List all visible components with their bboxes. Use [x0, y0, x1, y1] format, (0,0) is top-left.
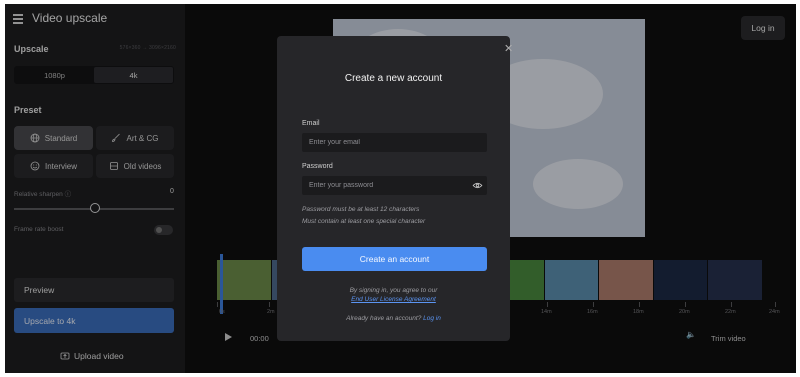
login-link[interactable]: Log in: [423, 315, 441, 322]
create-account-button[interactable]: Create an account: [302, 247, 487, 271]
modal-title: Create a new account: [344, 73, 443, 84]
have-account-line: Already have an account? Log in: [277, 315, 510, 322]
password-field[interactable]: [302, 176, 487, 195]
password-hint-special: Must contain at least one special charac…: [302, 218, 426, 225]
email-field[interactable]: [302, 133, 487, 152]
close-icon[interactable]: ✕: [504, 42, 513, 55]
app-window: Log in 0s 2m 14m 16m 18m 20m 22m 24m 00:…: [5, 4, 796, 373]
password-hint-length: Password must be at least 12 characters: [302, 206, 420, 213]
agreement-text: By signing in, you agree to our: [349, 287, 438, 294]
create-account-modal: Create a new account Email Password Pass…: [277, 36, 510, 341]
agreement-line: End User License Agreement: [277, 296, 510, 303]
have-account-text: Already have an account?: [346, 315, 422, 322]
eye-icon[interactable]: [472, 182, 483, 189]
password-label: Password: [302, 163, 333, 170]
eula-link[interactable]: End User License Agreement: [351, 296, 436, 303]
email-label: Email: [302, 120, 320, 127]
